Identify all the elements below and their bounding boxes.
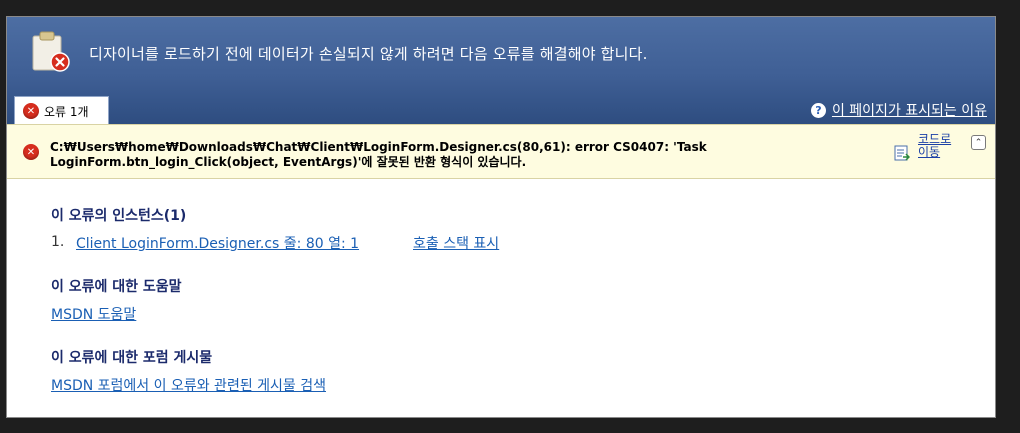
- msdn-help-link[interactable]: MSDN 도움말: [51, 304, 136, 324]
- error-banner: 디자이너를 로드하기 전에 데이터가 손실되지 않게 하려면 다음 오류를 해결…: [7, 17, 995, 125]
- tab-errors[interactable]: ✕ 오류 1개: [14, 96, 109, 125]
- clipboard-error-icon: [32, 31, 70, 72]
- why-page-shown-label: 이 페이지가 표시되는 이유: [831, 103, 987, 119]
- tab-errors-label: 오류 1개: [44, 104, 89, 119]
- banner-title: 디자이너를 로드하기 전에 데이터가 손실되지 않게 하려면 다음 오류를 해결…: [89, 45, 648, 63]
- instances-heading: 이 오류의 인스턴스(1): [51, 208, 187, 224]
- help-heading: 이 오류에 대한 도움말: [51, 279, 182, 295]
- error-message: C:₩Users₩home₩Downloads₩Chat₩Client₩Logi…: [50, 140, 707, 169]
- show-call-stack-link[interactable]: 호출 스택 표시: [413, 233, 499, 253]
- instance-index: 1.: [51, 234, 65, 250]
- collapse-button[interactable]: ⌃: [971, 135, 986, 150]
- why-page-shown-link[interactable]: ? 이 페이지가 표시되는 이유: [810, 100, 987, 120]
- error-row: ✕ C:₩Users₩home₩Downloads₩Chat₩Client₩Lo…: [7, 124, 995, 179]
- forum-heading: 이 오류에 대한 포럼 게시물: [51, 350, 213, 366]
- designer-error-page: 디자이너를 로드하기 전에 데이터가 손실되지 않게 하려면 다음 오류를 해결…: [6, 16, 996, 418]
- go-to-code-icon[interactable]: [894, 145, 910, 161]
- error-icon: ✕: [23, 144, 39, 160]
- error-icon: ✕: [23, 103, 39, 119]
- instance-location-link[interactable]: Client LoginForm.Designer.cs 줄: 80 열: 1: [76, 233, 359, 253]
- go-to-code-link[interactable]: 코드로 이동: [918, 133, 954, 159]
- help-icon: ?: [810, 102, 826, 118]
- msdn-forum-search-link[interactable]: MSDN 포럼에서 이 오류와 관련된 게시물 검색: [51, 375, 326, 395]
